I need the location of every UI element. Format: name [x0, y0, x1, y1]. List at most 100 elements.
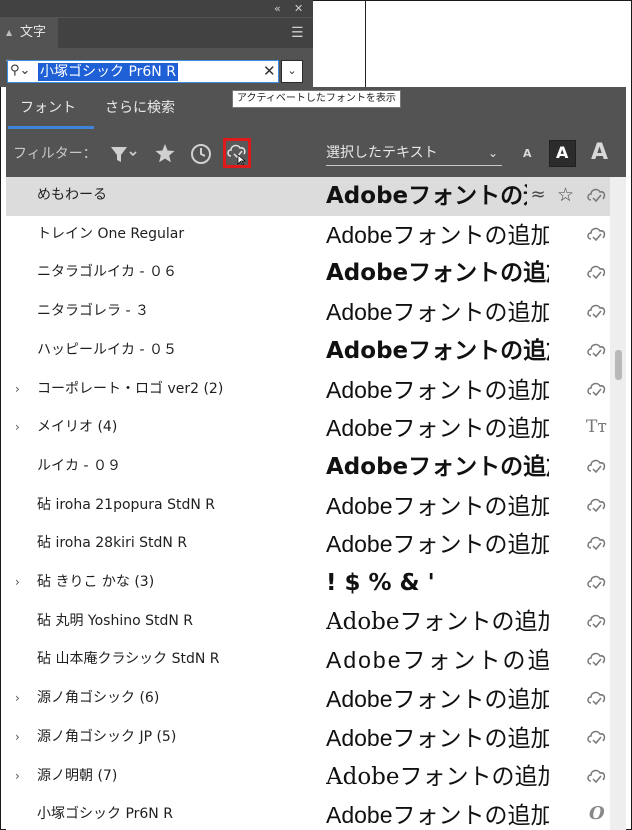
- font-dropdown-button[interactable]: ⌄: [281, 60, 303, 83]
- font-list-item[interactable]: › メイリオ (4) Adobeフォントの追加 Tт: [6, 409, 610, 448]
- favorites-star-icon[interactable]: [152, 141, 178, 167]
- font-preview: Adobeフォントの追加: [326, 415, 549, 442]
- filter-classification-icon[interactable]: [109, 141, 137, 167]
- font-preview: Adobeフォントの追加: [326, 802, 549, 829]
- cloud-sync-icon: [586, 573, 606, 593]
- tab-find-more[interactable]: さらに検索: [105, 99, 175, 117]
- font-list-item[interactable]: › 源ノ明朝 (7) Adobeフォントの追加: [6, 758, 610, 797]
- tooltip: アクティベートしたフォントを表示: [232, 90, 401, 108]
- sample-text-select[interactable]: 選択したテキスト ⌄: [326, 143, 502, 166]
- close-icon[interactable]: ✕: [294, 1, 303, 16]
- font-list-item[interactable]: ニタラゴルイカ - ０６ Adobeフォントの追加: [6, 254, 610, 293]
- font-list-item[interactable]: › 砧 きりこ かな (3) ! $ % & ': [6, 564, 610, 603]
- panel-header-bar: « ✕: [0, 0, 313, 17]
- font-name: トレイン One Regular: [37, 225, 185, 242]
- font-name: めもわーる: [37, 187, 107, 203]
- filter-label: フィルター：: [13, 146, 97, 162]
- font-list-item[interactable]: 砧 丸明 Yoshino StdN R Adobeフォントの追加: [6, 603, 610, 642]
- cloud-sync-icon: [586, 689, 606, 709]
- font-list: めもわーる Adobeフォントの追加 ≈ ☆ トレイン One Regular Adobe…: [6, 177, 610, 830]
- clear-icon[interactable]: ✕: [263, 62, 276, 80]
- search-icon: ⚲⌄: [10, 63, 31, 78]
- expand-chevron-icon[interactable]: ›: [15, 690, 20, 706]
- cloud-sync-icon: [586, 302, 606, 322]
- font-list-item[interactable]: › コーポレート・ロゴ ver2 (2) Adobeフォントの追加: [6, 371, 610, 410]
- font-name: 源ノ角ゴシック JP (5): [37, 728, 177, 745]
- expand-chevron-icon[interactable]: ›: [15, 574, 20, 590]
- expand-chevron-icon[interactable]: ›: [15, 381, 20, 397]
- expand-chevron-icon[interactable]: ›: [15, 729, 20, 745]
- font-preview: Adobeフォントの追加: [326, 492, 549, 519]
- recent-clock-icon[interactable]: [188, 141, 214, 167]
- tab-strip: [58, 18, 313, 48]
- font-name: 小塚ゴシック Pr6N R: [37, 806, 173, 823]
- font-list-item[interactable]: 小塚ゴシック Pr6N R Adobeフォントの追加 O: [6, 796, 610, 830]
- font-name: 砧 丸明 Yoshino StdN R: [37, 612, 194, 629]
- similar-fonts-icon[interactable]: ≈: [527, 177, 549, 213]
- cloud-sync-icon: [586, 767, 606, 787]
- cloud-sync-icon: [586, 650, 606, 670]
- activated-fonts-cloud-button[interactable]: [223, 138, 251, 168]
- font-list-item[interactable]: トレイン One Regular Adobeフォントの追加: [6, 216, 610, 255]
- font-preview: Adobeフォントの追加: [326, 376, 549, 403]
- chevron-down-icon: ⌄: [487, 146, 498, 160]
- font-list-item[interactable]: めもわーる Adobeフォントの追加 ≈ ☆: [6, 177, 610, 216]
- font-preview: Adobeフォントの追加: [326, 260, 549, 287]
- font-name: メイリオ (4): [37, 419, 118, 436]
- font-search-input[interactable]: ⚲⌄ 小塚ゴシック Pr6N R ✕: [7, 60, 279, 83]
- cloud-sync-icon: [586, 341, 606, 361]
- font-preview: Adobeフォントの追加: [326, 221, 549, 248]
- opentype-icon: O: [589, 803, 605, 825]
- font-name: ニタラゴレラ - ３: [37, 303, 149, 320]
- small-sample-size-button[interactable]: A: [523, 147, 532, 160]
- font-list-item[interactable]: 砧 iroha 28kiri StdN R Adobeフォントの追加: [6, 525, 610, 564]
- font-preview: Adobeフォントの追加: [326, 647, 549, 674]
- medium-sample-size-button[interactable]: A: [549, 140, 576, 167]
- cloud-sync-icon: [586, 496, 606, 516]
- font-name: 砧 山本庵クラシック StdN R: [37, 651, 220, 668]
- font-preview: Adobeフォントの追加: [326, 183, 549, 209]
- font-name: ハッピールイカ - ０５: [37, 341, 177, 358]
- cloud-sync-icon: [586, 225, 606, 245]
- font-list-item[interactable]: › 源ノ角ゴシック (6) Adobeフォントの追加: [6, 680, 610, 719]
- font-list-item[interactable]: ニタラゴレラ - ３ Adobeフォントの追加: [6, 293, 610, 332]
- medium-size-label: A: [556, 143, 569, 162]
- tab-character[interactable]: ▲▼ 文字: [0, 18, 58, 67]
- font-preview: Adobeフォントの追加: [326, 299, 549, 326]
- large-sample-size-button[interactable]: A: [591, 140, 608, 165]
- font-preview: ! $ % & ': [326, 570, 435, 596]
- cloud-sync-icon: [586, 263, 606, 283]
- tab-fonts[interactable]: フォント: [20, 99, 76, 117]
- panel-menu-icon[interactable]: ☰: [291, 26, 304, 40]
- font-name: コーポレート・ロゴ ver2 (2): [37, 380, 224, 397]
- font-preview: Adobeフォントの追加: [326, 686, 549, 713]
- cloud-sync-icon: [586, 380, 606, 400]
- font-list-item[interactable]: 砧 iroha 21popura StdN R Adobeフォントの追加: [6, 487, 610, 526]
- font-preview: Adobeフォントの追加: [326, 724, 549, 751]
- font-list-item[interactable]: › 源ノ角ゴシック JP (5) Adobeフォントの追加: [6, 719, 610, 758]
- font-list-item[interactable]: ハッピールイカ - ０５ Adobeフォントの追加: [6, 332, 610, 371]
- font-preview: Adobeフォントの追加: [326, 337, 549, 364]
- font-name: 源ノ明朝 (7): [37, 767, 118, 784]
- font-preview: Adobeフォントの追加: [326, 763, 549, 790]
- favorite-star-icon[interactable]: ☆: [557, 177, 574, 213]
- cloud-sync-icon: [586, 612, 606, 632]
- font-list-popup: フォント さらに検索 フィルター： 選択したテキスト ⌄ A A A めもわーる…: [6, 87, 626, 830]
- font-name: 砧 iroha 28kiri StdN R: [37, 535, 188, 552]
- search-value[interactable]: 小塚ゴシック Pr6N R: [38, 63, 178, 81]
- font-preview: Adobeフォントの追加: [326, 453, 549, 480]
- font-list-item[interactable]: ルイカ - ０９ Adobeフォントの追加: [6, 448, 610, 487]
- collapse-icon[interactable]: «: [274, 1, 281, 16]
- expand-chevron-icon[interactable]: ›: [15, 419, 20, 435]
- expand-chevron-icon[interactable]: ›: [15, 768, 20, 784]
- font-name: 源ノ角ゴシック (6): [37, 690, 160, 707]
- scrollbar[interactable]: [610, 177, 626, 830]
- sample-text-value: 選択したテキスト: [326, 145, 438, 161]
- cloud-sync-icon: [586, 534, 606, 554]
- cloud-sync-icon: [586, 457, 606, 477]
- truetype-icon: Tт: [586, 417, 607, 438]
- scrollbar-thumb[interactable]: [615, 350, 622, 380]
- font-name: 砧 iroha 21popura StdN R: [37, 496, 215, 513]
- filter-bar: フィルター： 選択したテキスト ⌄ A A A: [6, 137, 626, 173]
- font-list-item[interactable]: 砧 山本庵クラシック StdN R Adobeフォントの追加: [6, 641, 610, 680]
